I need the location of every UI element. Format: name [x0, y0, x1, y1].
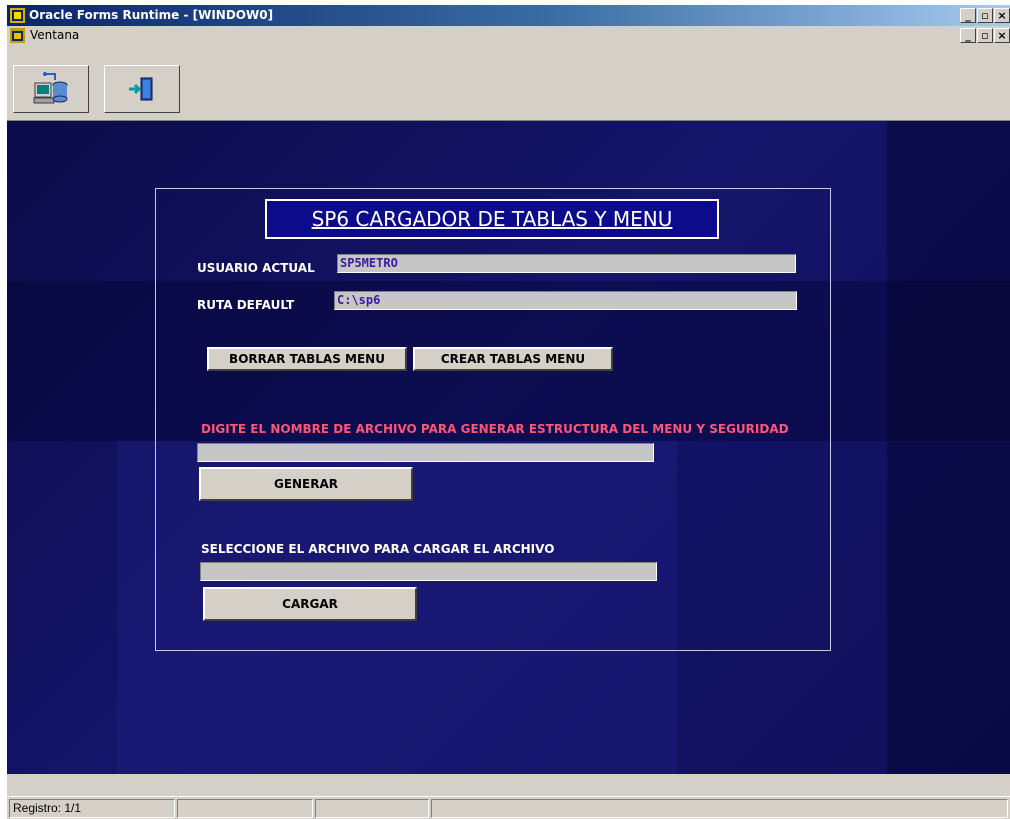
- window-controls: _ ▫ ×: [960, 8, 1010, 23]
- oracle-forms-icon: [10, 8, 25, 23]
- exit-door-icon: [129, 77, 153, 101]
- background-strip: [887, 121, 1010, 774]
- close-icon[interactable]: ×: [994, 8, 1010, 23]
- form-title: SP6 CARGADOR DE TABLAS Y MENU: [311, 207, 673, 231]
- borrar-tablas-button[interactable]: BORRAR TABLAS MENU: [207, 347, 407, 371]
- status-cell-4: [431, 799, 1008, 818]
- usuario-field[interactable]: SP5METRO: [337, 254, 796, 273]
- toolbar: [7, 45, 1010, 121]
- cargar-filename-field[interactable]: [200, 562, 657, 581]
- generar-button[interactable]: GENERAR: [199, 467, 413, 501]
- connect-database-button[interactable]: [13, 65, 89, 113]
- record-indicator: Registro: 1/1: [9, 799, 175, 818]
- database-connect-icon: [33, 72, 68, 104]
- status-bar: Registro: 1/1: [7, 796, 1010, 819]
- child-minimize-icon[interactable]: _: [960, 28, 976, 43]
- status-cell-2: [177, 799, 313, 818]
- exit-button[interactable]: [104, 65, 180, 113]
- document-window-icon: [10, 28, 25, 43]
- generar-filename-field[interactable]: [197, 443, 654, 462]
- crear-tablas-button[interactable]: CREAR TABLAS MENU: [413, 347, 613, 371]
- window-title-bar: Oracle Forms Runtime - [WINDOW0] _ ▫ ×: [7, 5, 1010, 26]
- ruta-field[interactable]: C:\sp6: [334, 291, 797, 310]
- ruta-label: RUTA DEFAULT: [197, 298, 295, 312]
- menu-bar: Ventana _ ▫ ×: [7, 26, 1010, 45]
- message-line: [7, 774, 1010, 796]
- generar-prompt: DIGITE EL NOMBRE DE ARCHIVO PARA GENERAR…: [201, 422, 789, 436]
- minimize-icon[interactable]: _: [960, 8, 976, 23]
- child-restore-icon[interactable]: ▫: [977, 28, 993, 43]
- restore-icon[interactable]: ▫: [977, 8, 993, 23]
- child-close-icon[interactable]: ×: [994, 28, 1010, 43]
- status-cell-3: [315, 799, 429, 818]
- menu-ventana[interactable]: Ventana: [30, 28, 79, 42]
- form-canvas: SP6 CARGADOR DE TABLAS Y MENU USUARIO AC…: [7, 121, 1010, 774]
- cargar-button[interactable]: CARGAR: [203, 587, 417, 621]
- form-title-box: SP6 CARGADOR DE TABLAS Y MENU: [265, 199, 719, 239]
- child-window-controls: _ ▫ ×: [960, 28, 1010, 43]
- window-title: Oracle Forms Runtime - [WINDOW0]: [29, 8, 274, 22]
- cargar-prompt: SELECCIONE EL ARCHIVO PARA CARGAR EL ARC…: [201, 542, 555, 556]
- usuario-label: USUARIO ACTUAL: [197, 261, 315, 275]
